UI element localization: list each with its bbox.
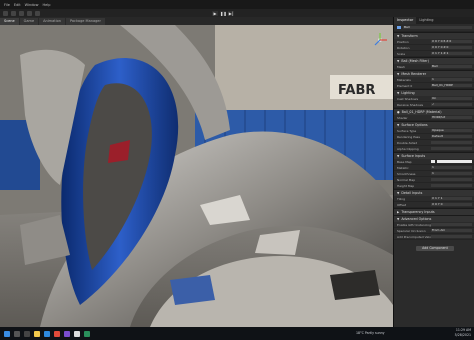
mesh-renderer-header[interactable]: ▼ Mesh Renderer: [394, 70, 474, 77]
foldout-icon: ▼: [397, 154, 400, 158]
add-component-button[interactable]: Add Component: [416, 246, 454, 251]
edge-browser-icon[interactable]: [44, 330, 50, 337]
base-color-field[interactable]: [437, 160, 472, 163]
base-color-swatch[interactable]: [431, 160, 435, 163]
foldout-icon: ▼: [397, 59, 400, 63]
visual-studio-icon[interactable]: [64, 330, 70, 337]
surface-options-header[interactable]: ▼ Surface Options: [394, 121, 474, 128]
building-sign: FABR: [338, 83, 375, 98]
detail-inputs-header[interactable]: ▼ Detail Inputs: [394, 189, 474, 196]
foldout-icon: ▼: [397, 34, 400, 38]
taskbar: 18°C Partly sunny 11:29 AM 5/28/2021: [0, 327, 474, 340]
tab-inspector[interactable]: Inspector: [394, 17, 417, 24]
hand-tool-icon[interactable]: [3, 10, 8, 16]
foldout-icon: ▼: [397, 191, 400, 195]
unity-icon[interactable]: [74, 330, 80, 337]
menu-help[interactable]: Help: [42, 3, 50, 7]
advanced-options-header[interactable]: ▼ Advanced Options: [394, 215, 474, 222]
search-icon[interactable]: [14, 330, 20, 337]
rotate-tool-icon[interactable]: [19, 10, 24, 16]
mesh-filter-header[interactable]: ▼ Ball (Mesh Filter): [394, 57, 474, 64]
scene-tab-bar: Scene Game Animation Package Manager: [0, 17, 393, 25]
surface-inputs-header[interactable]: ▼ Surface Inputs: [394, 152, 474, 159]
scene-render: FABR: [0, 25, 393, 327]
tab-animation[interactable]: Animation: [39, 18, 65, 25]
transform-header[interactable]: ▼ Transform: [394, 32, 474, 39]
windows-start-icon[interactable]: [4, 330, 10, 337]
task-view-icon[interactable]: [24, 330, 30, 337]
tab-package-manager[interactable]: Package Manager: [65, 18, 105, 25]
menu-window[interactable]: Window: [25, 3, 39, 7]
material-header[interactable]: ● Ball_01_HDRP (Material): [394, 108, 474, 115]
tab-lighting[interactable]: Lighting: [416, 17, 436, 24]
advanced-row: Add Precomputed Velocity: [394, 234, 474, 240]
menu-bar: File Edit Window Help: [0, 0, 474, 9]
step-button[interactable]: ▶|: [228, 10, 234, 16]
tab-game[interactable]: Game: [19, 18, 39, 25]
move-tool-icon[interactable]: [11, 10, 16, 16]
rect-tool-icon[interactable]: [35, 10, 40, 16]
lighting-header[interactable]: ▼ Lighting: [394, 89, 474, 96]
weather-widget[interactable]: 18°C Partly sunny: [356, 331, 385, 335]
tab-scene[interactable]: Scene: [0, 18, 19, 25]
foldout-icon: ▼: [397, 72, 400, 76]
play-button[interactable]: ▶: [212, 10, 218, 16]
inspector-tab-bar: Inspector Lighting: [394, 17, 474, 24]
object-header: Ball: [394, 24, 474, 32]
scale-tool-icon[interactable]: [27, 10, 32, 16]
transparency-header[interactable]: ▶ Transparency Inputs: [394, 208, 474, 215]
clock-date: 5/28/2021: [454, 333, 471, 337]
gameobject-icon: [397, 26, 401, 29]
foldout-icon: ▶: [397, 210, 400, 214]
file-explorer-icon[interactable]: [34, 330, 40, 337]
app-icon[interactable]: [84, 330, 90, 337]
sphere-icon: ●: [397, 110, 400, 114]
object-name-field[interactable]: Ball: [403, 26, 472, 29]
scene-viewport[interactable]: FABR: [0, 25, 393, 327]
orientation-gizmo-icon[interactable]: [372, 32, 388, 48]
menu-edit[interactable]: Edit: [14, 3, 21, 7]
menu-file[interactable]: File: [4, 3, 10, 7]
inspector-panel: Inspector Lighting Ball ▼ Transform Posit…: [393, 17, 474, 327]
pause-button[interactable]: ❚❚: [220, 10, 227, 16]
foldout-icon: ▼: [397, 91, 400, 95]
foldout-icon: ▼: [397, 217, 400, 221]
chrome-icon[interactable]: [54, 330, 60, 337]
foldout-icon: ▼: [397, 123, 400, 127]
toolbar: ▶ ❚❚ ▶|: [0, 9, 474, 17]
system-clock[interactable]: 11:29 AM 5/28/2021: [455, 328, 471, 338]
